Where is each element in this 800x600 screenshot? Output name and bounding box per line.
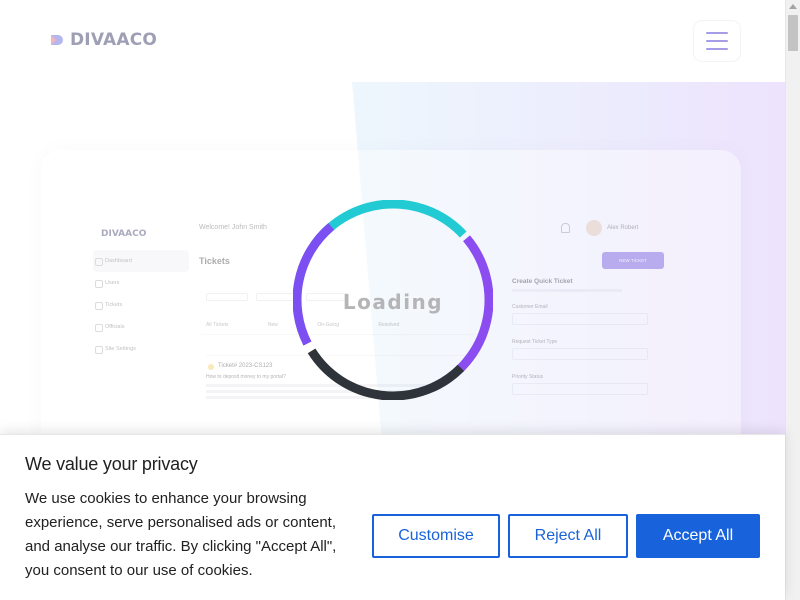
mockup-field-input xyxy=(512,313,648,325)
mockup-tab: New xyxy=(267,322,278,328)
logo-mark-icon xyxy=(49,32,65,48)
mockup-quick-ticket-panel: Create Quick Ticket Customer Email Reque… xyxy=(512,278,662,409)
hamburger-icon-line xyxy=(706,32,728,34)
mockup-brand: DIVAACO xyxy=(101,229,147,239)
bell-icon xyxy=(561,223,570,233)
mockup-sidebar-item: Dashboard xyxy=(93,250,189,272)
mockup-sidebar-item: Officials xyxy=(93,316,189,338)
customise-button[interactable]: Customise xyxy=(372,514,500,558)
loading-text: Loading xyxy=(342,290,444,314)
spinner-arc-left xyxy=(293,223,335,346)
avatar xyxy=(586,220,602,236)
scroll-up-arrow-icon[interactable] xyxy=(789,4,797,9)
hamburger-icon-line xyxy=(706,48,728,50)
mockup-panel-subtitle xyxy=(512,289,622,292)
reject-all-button[interactable]: Reject All xyxy=(508,514,628,558)
mockup-panel-title: Create Quick Ticket xyxy=(512,278,573,285)
mockup-field-input xyxy=(512,348,648,360)
mockup-sidebar: Dashboard Users Tickets Officials Site S… xyxy=(93,250,189,360)
mockup-field-label: Request Ticket Type xyxy=(512,339,558,345)
site-header: DIVAACO xyxy=(0,0,785,82)
mockup-field-label: Priority Status xyxy=(512,374,544,380)
hamburger-menu-button[interactable] xyxy=(693,20,741,62)
accept-all-button[interactable]: Accept All xyxy=(636,514,760,558)
cookie-title: We value your privacy xyxy=(25,454,198,474)
spinner-arc-bottom xyxy=(307,348,465,400)
mockup-new-ticket-button: NEW TICKET xyxy=(602,252,664,269)
mockup-user: Alex Robert xyxy=(586,220,638,236)
brand-name: DIVAACO xyxy=(70,30,158,50)
mockup-tab: All Tickets xyxy=(206,322,229,328)
scroll-thumb[interactable] xyxy=(788,15,798,51)
cookie-consent-banner: We value your privacy We use cookies to … xyxy=(0,434,785,600)
mockup-user-name: Alex Robert xyxy=(607,225,639,231)
mockup-sidebar-item: Tickets xyxy=(93,294,189,316)
mockup-sidebar-item: Site Settings xyxy=(93,338,189,360)
mockup-welcome: Welcome! John Smith xyxy=(199,224,267,231)
spinner-arc-top xyxy=(312,200,467,245)
mockup-sidebar-item: Users xyxy=(93,272,189,294)
brand-logo[interactable]: DIVAACO xyxy=(49,30,157,50)
page-scrollbar[interactable] xyxy=(785,0,800,600)
mockup-field-label: Customer Email xyxy=(512,304,548,310)
cookie-description: We use cookies to enhance your browsing … xyxy=(25,490,337,579)
mockup-page-title: Tickets xyxy=(199,256,230,266)
hamburger-icon-line xyxy=(706,40,728,42)
mockup-field-input xyxy=(512,383,648,395)
